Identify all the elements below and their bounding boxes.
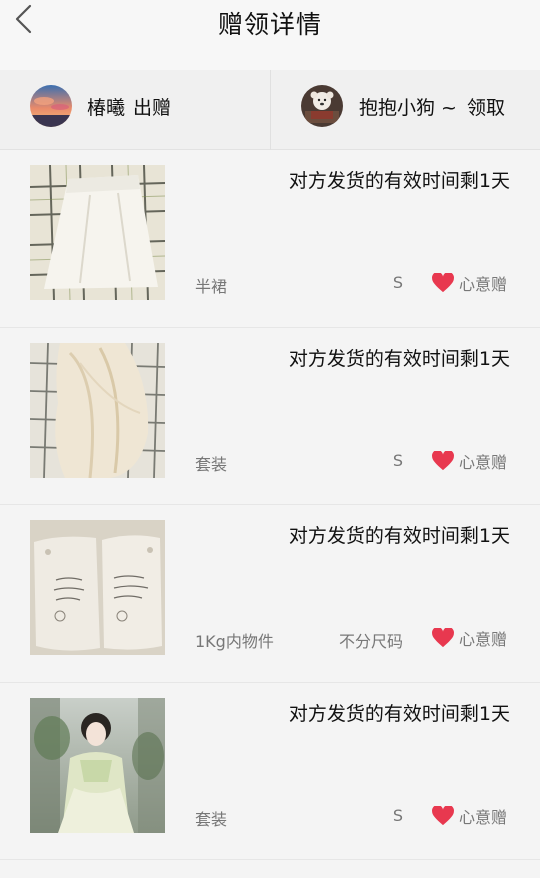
page-title: 赠领详情 <box>217 10 322 39</box>
giver-name: 椿曦 <box>87 96 126 119</box>
item-thumbnail[interactable] <box>30 165 165 300</box>
item-size: S <box>392 273 403 292</box>
gift-type-label: 心意赠 <box>458 275 507 294</box>
heart-icon <box>432 273 454 293</box>
item-category: 套装 <box>195 454 228 474</box>
navigation-bar: 赠领详情 <box>0 0 540 70</box>
gift-type: 心意赠 <box>432 626 507 650</box>
gift-type-label: 心意赠 <box>458 630 507 649</box>
gift-type-label: 心意赠 <box>458 452 507 472</box>
item-size: S <box>392 450 403 470</box>
giver-action: 出赠 <box>133 96 172 119</box>
item-size: 不分尺码 <box>338 632 403 651</box>
heart-icon <box>432 805 454 825</box>
item-thumbnail[interactable] <box>30 520 165 655</box>
receiver-action: 领取 <box>466 96 505 119</box>
shipping-deadline: 对方发货的有效时间剩1天 <box>288 170 510 192</box>
receiver-avatar[interactable] <box>301 85 343 127</box>
receiver-info[interactable]: 抱抱小狗 ~ 领取 <box>301 84 505 128</box>
item-category: 套装 <box>195 809 228 829</box>
gift-parties-bar: 椿曦 出赠 抱抱小狗 ~ 领取 <box>0 70 540 150</box>
heart-icon <box>432 450 454 470</box>
item-thumbnail[interactable] <box>30 342 165 478</box>
gift-type: 心意赠 <box>432 271 507 295</box>
gift-type: 心意赠 <box>432 449 507 473</box>
receiver-name: 抱抱小狗 ~ <box>359 96 457 119</box>
item-size: S <box>392 805 403 825</box>
giver-info[interactable]: 椿曦 出赠 <box>30 84 171 128</box>
gift-type: 心意赠 <box>432 804 507 828</box>
gift-type-label: 心意赠 <box>458 807 507 827</box>
gift-item-list: 对方发货的有效时间剩1天 半裙 S 心意赠 对方发货的有效时间剩1天 套装 S … <box>0 150 540 860</box>
shipping-deadline: 对方发货的有效时间剩1天 <box>288 702 510 725</box>
giver-avatar[interactable] <box>30 85 72 127</box>
shipping-deadline: 对方发货的有效时间剩1天 <box>288 525 510 547</box>
party-divider <box>270 70 271 150</box>
item-category: 1Kg内物件 <box>195 632 274 651</box>
shipping-deadline: 对方发货的有效时间剩1天 <box>288 347 510 370</box>
item-thumbnail[interactable] <box>30 697 165 833</box>
heart-icon <box>432 628 454 648</box>
gift-item-row[interactable]: 对方发货的有效时间剩1天 套装 S 心意赠 <box>0 327 540 505</box>
gift-item-row[interactable]: 对方发货的有效时间剩1天 半裙 S 心意赠 <box>0 150 540 328</box>
gift-item-row[interactable]: 对方发货的有效时间剩1天 1Kg内物件 不分尺码 心意赠 <box>0 505 540 683</box>
gift-item-row[interactable]: 对方发货的有效时间剩1天 套装 S 心意赠 <box>0 682 540 860</box>
item-category: 半裙 <box>195 277 228 296</box>
